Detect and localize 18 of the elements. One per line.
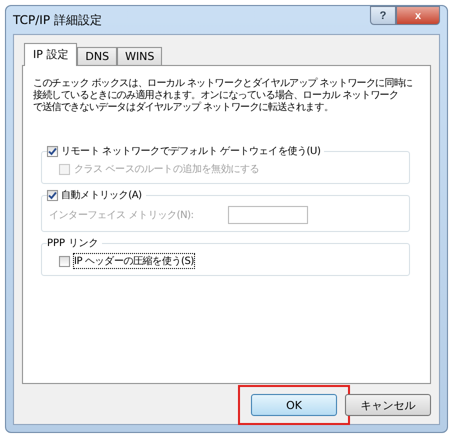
checkbox[interactable] <box>59 256 70 266</box>
checkmark-icon <box>48 146 57 156</box>
checkmark-icon <box>48 190 57 200</box>
checkbox-label[interactable]: IP ヘッダーの圧縮を使う(S) <box>74 254 194 268</box>
window-title: TCP/IP 詳細設定 <box>13 12 102 28</box>
group-label: PPP リンク <box>47 237 98 250</box>
dialog-button[interactable]: OK <box>251 394 337 416</box>
help-button[interactable]: ? <box>370 6 396 25</box>
tab[interactable]: WINS <box>117 47 162 65</box>
checkbox[interactable] <box>47 190 58 200</box>
field-label: インターフェイス メトリック(N): <box>49 209 194 222</box>
checkbox-label[interactable]: 自動メトリック(A) <box>61 188 142 202</box>
tab[interactable]: DNS <box>77 47 118 65</box>
description-text: このチェック ボックスは、ローカル ネットワークとダイヤルアップ ネットワークに同時に 接続しているときにのみ適用されます。オンになっている場合、ローカル ネットワーク で送信できないデータはダイヤルアップ ネットワークに転送されます。 <box>33 78 414 114</box>
checkbox-label[interactable]: リモート ネットワークでデフォルト ゲートウェイを使う(U) <box>61 144 320 158</box>
tab[interactable]: IP 設定 <box>24 43 78 66</box>
dialog-button[interactable]: キャンセル <box>345 394 431 416</box>
checkbox[interactable] <box>47 146 58 156</box>
